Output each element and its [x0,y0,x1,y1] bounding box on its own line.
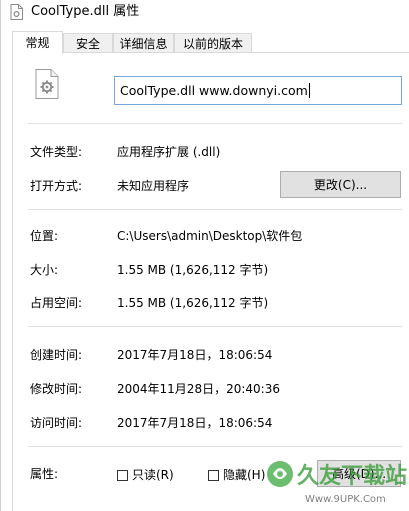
tab-general[interactable]: 常规 [12,31,63,54]
tab-label: 详细信息 [119,37,168,51]
readonly-checkbox[interactable]: 只读(R) [117,466,174,482]
tab-label: 常规 [25,36,50,50]
dll-gear-file-icon [35,69,59,99]
file-type-label: 文件类型: [30,145,83,159]
tab-label: 以前的版本 [182,37,243,51]
file-name-input[interactable]: CoolType.dll www.downyi.com [114,76,402,105]
text-caret [308,83,310,98]
hidden-checkbox[interactable]: 隐藏(H) [208,466,265,482]
properties-window: CoolType.dll 属性 常规 安全 详细信息 以前的版本 CoolTyp… [0,0,409,511]
tab-label: 安全 [75,37,100,51]
size-value: 1.55 MB (1,626,112 字节) [117,263,269,277]
location-label: 位置: [30,229,59,243]
separator [28,446,402,447]
location-value: C:\Users\admin\Desktop\软件包 [117,229,303,243]
size-on-disk-label: 占用空间: [30,296,83,310]
file-type-value: 应用程序扩展 (.dll) [117,145,221,159]
advanced-button[interactable]: 高级(D)... [317,460,401,487]
change-button[interactable]: 更改(C)... [280,171,401,198]
modified-label: 修改时间: [30,382,83,396]
accessed-value: 2017年7月18日，18:06:54 [117,416,273,430]
hidden-checkbox-box[interactable] [208,470,219,481]
file-name-text: CoolType.dll www.downyi.com [120,83,308,98]
readonly-checkbox-box[interactable] [117,470,128,481]
accessed-label: 访问时间: [30,416,83,430]
attributes-label: 属性: [30,467,59,481]
created-label: 创建时间: [30,348,83,362]
dll-file-icon [10,4,23,20]
separator [28,209,402,210]
tab-previous-versions[interactable]: 以前的版本 [174,33,252,53]
hidden-checkbox-label: 隐藏(H) [223,468,266,482]
title-bar[interactable]: CoolType.dll 属性 [1,0,409,26]
modified-value: 2004年11月28日，20:40:36 [117,382,280,396]
general-panel [12,52,409,511]
separator [28,326,402,327]
size-on-disk-value: 1.55 MB (1,626,112 字节) [117,296,269,310]
readonly-checkbox-label: 只读(R) [132,468,174,482]
window-title: CoolType.dll 属性 [31,4,140,19]
tab-details[interactable]: 详细信息 [113,33,174,53]
open-with-label: 打开方式: [30,179,83,193]
created-value: 2017年7月18日，18:06:54 [117,348,273,362]
size-label: 大小: [30,263,59,277]
separator [28,123,402,124]
tab-security[interactable]: 安全 [63,33,113,53]
open-with-value: 未知应用程序 [117,179,190,193]
